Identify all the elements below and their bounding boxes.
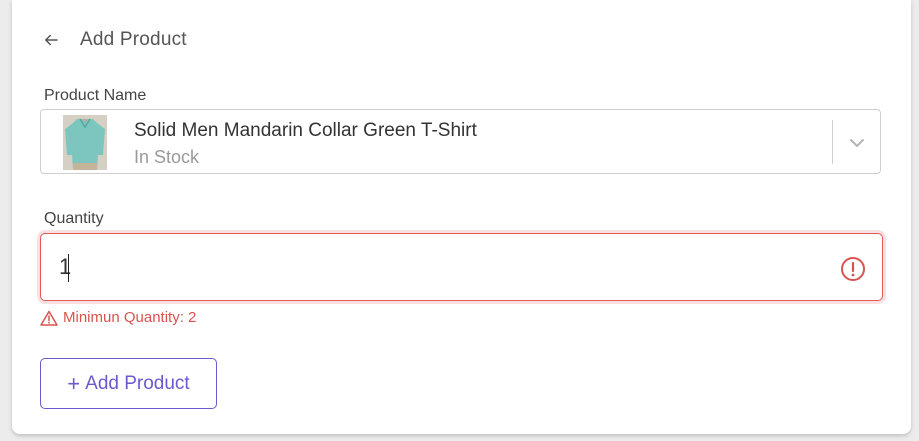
add-product-button-label: Add Product	[85, 372, 190, 394]
quantity-value: 1	[59, 254, 72, 279]
product-select[interactable]: Solid Men Mandarin Collar Green T-Shirt …	[40, 109, 881, 174]
page-title: Add Product	[80, 29, 187, 50]
quantity-error-message: Minimun Quantity: 2	[40, 309, 196, 326]
page-header: Add Product	[40, 28, 187, 52]
product-thumbnail	[63, 115, 107, 170]
quantity-input[interactable]: 1	[40, 233, 883, 301]
text-caret	[68, 254, 69, 282]
chevron-down-icon[interactable]	[847, 133, 867, 153]
stock-status: In Stock	[134, 147, 200, 167]
quantity-label: Quantity	[44, 210, 104, 227]
back-button[interactable]	[40, 29, 62, 51]
exclamation-circle-icon	[841, 257, 865, 281]
select-divider	[832, 120, 833, 164]
product-name-label: Product Name	[44, 87, 147, 104]
warning-triangle-icon	[40, 310, 58, 326]
plus-icon: +	[67, 370, 81, 396]
error-text: Minimun Quantity: 2	[63, 309, 197, 326]
selected-product-name: Solid Men Mandarin Collar Green T-Shirt	[134, 120, 477, 141]
add-product-button[interactable]: + Add Product	[40, 358, 217, 409]
arrow-left-icon	[45, 34, 58, 46]
add-product-card: Add Product Product Name Solid Men Manda…	[12, 0, 911, 434]
